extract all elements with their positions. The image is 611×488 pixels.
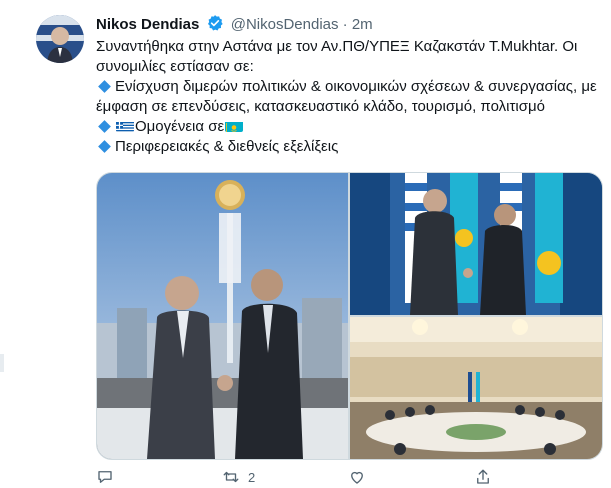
blue-diamond-icon (98, 80, 111, 93)
avatar[interactable] (36, 15, 84, 63)
tweet-bullet-1: Ενίσχυση διμερών πολιτικών & οικονομικών… (96, 77, 601, 117)
photo-flags-handshake[interactable] (350, 173, 602, 315)
tweet-card[interactable]: Nikos Dendias @NikosDendias · 2m Συναντή… (0, 0, 611, 485)
like-button[interactable] (348, 468, 366, 486)
retweet-button[interactable]: 2 (222, 468, 255, 486)
timestamp[interactable]: 2m (352, 16, 373, 33)
author-handle[interactable]: @NikosDendias (231, 16, 339, 33)
bullet-2-text: Ομογένεια σε (135, 118, 225, 135)
verified-badge-icon (206, 14, 224, 38)
retweet-icon (223, 471, 239, 483)
bullet-1-text: Ενίσχυση διμερών πολιτικών & οικονομικών… (96, 78, 597, 115)
bullet-3-text: Περιφερειακές & διεθνείς εξελίξεις (115, 138, 339, 155)
tweet-actions: 2 (96, 468, 601, 488)
header-separator: · (342, 16, 348, 33)
author-name[interactable]: Nikos Dendias (96, 16, 199, 33)
tweet-bullet-3: Περιφερειακές & διεθνείς εξελίξεις (96, 137, 601, 157)
tweet-bullet-2: Ομογένεια σε (96, 117, 601, 137)
share-button[interactable] (474, 468, 492, 486)
greece-flag-icon (116, 120, 134, 132)
reply-button[interactable] (96, 468, 114, 486)
like-icon (351, 471, 363, 484)
kazakhstan-flag-icon (225, 120, 244, 132)
blue-diamond-icon (98, 120, 111, 133)
tweet-text: Συναντήθηκα στην Αστάνα με τον Αν.ΠΘ/ΥΠΕ… (96, 37, 601, 157)
timeline-edge (0, 354, 4, 372)
media-grid (96, 172, 603, 460)
retweet-count: 2 (248, 469, 256, 485)
reply-icon (98, 471, 112, 483)
blue-diamond-icon (98, 140, 111, 153)
tweet-header: Nikos Dendias @NikosDendias · 2m (96, 14, 373, 38)
share-icon (477, 469, 489, 484)
photo-meeting-room[interactable] (350, 317, 602, 459)
tweet-intro: Συναντήθηκα στην Αστάνα με τον Αν.ΠΘ/ΥΠΕ… (96, 38, 578, 75)
photo-astana-handshake[interactable] (97, 173, 348, 459)
